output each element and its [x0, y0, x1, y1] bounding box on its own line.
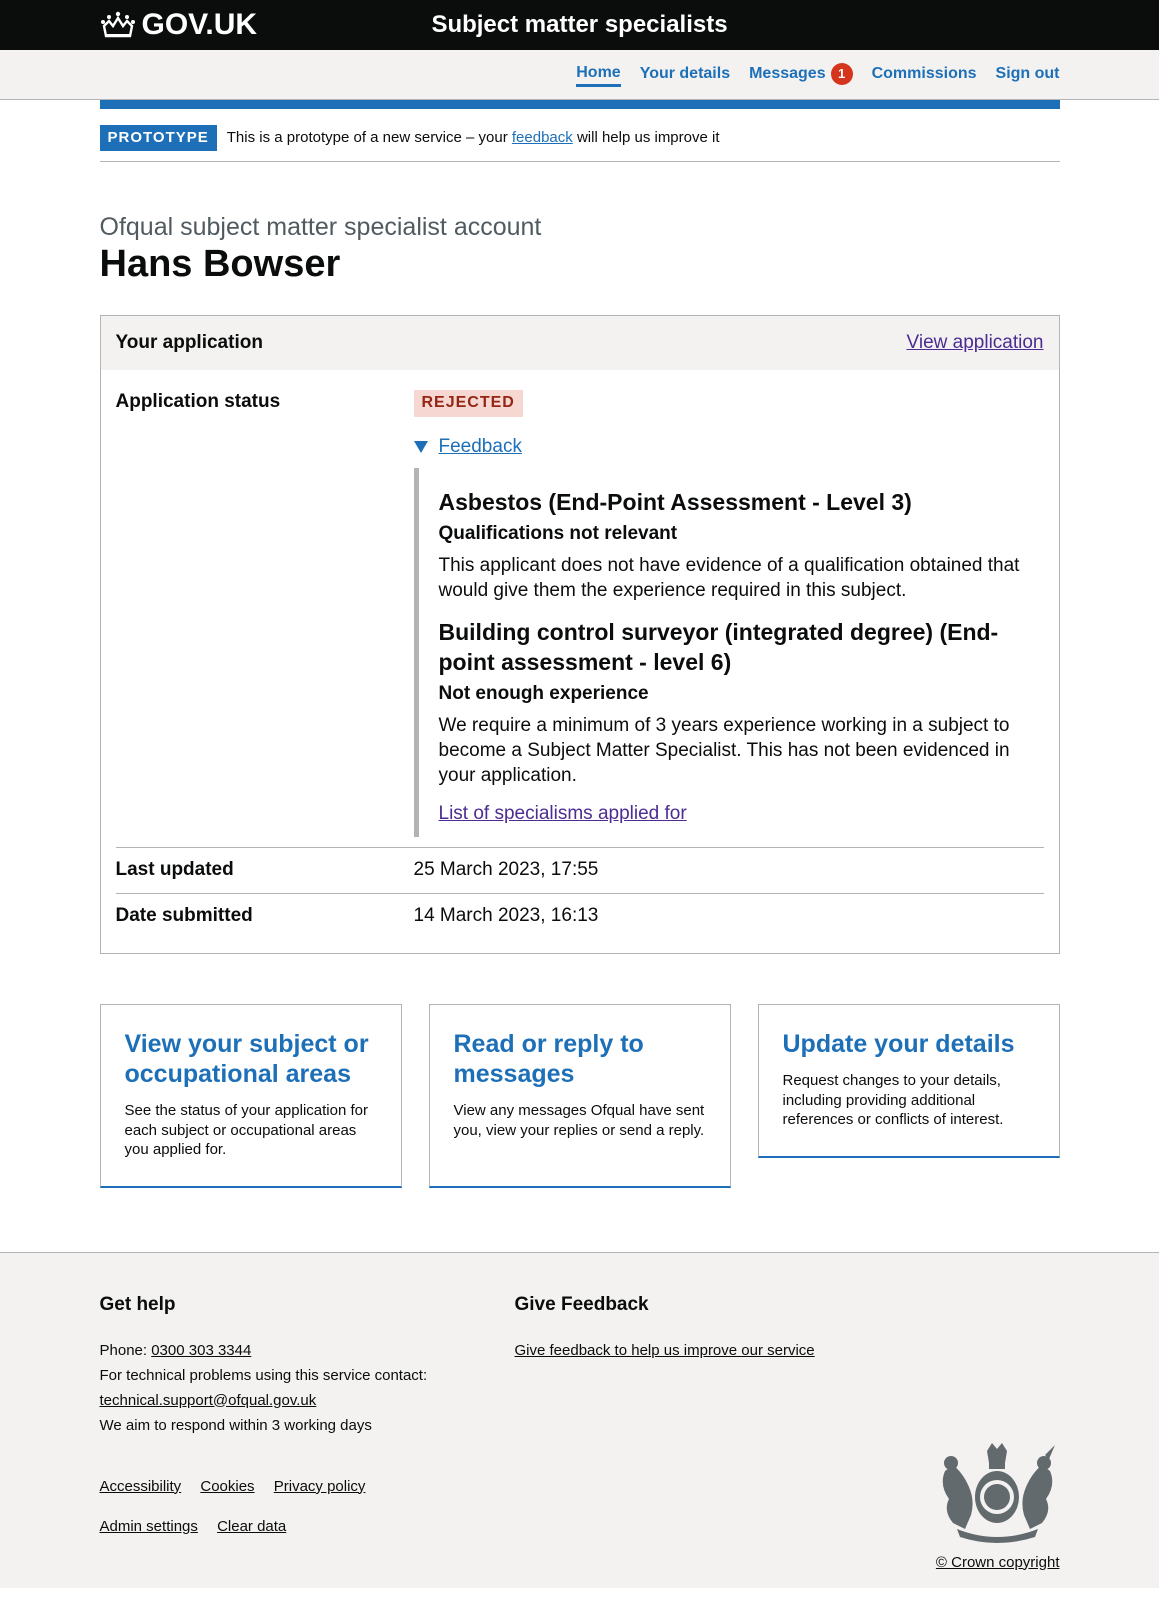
- messages-count-badge: 1: [830, 63, 853, 85]
- feedback-subject-1: Asbestos (End-Point Assessment - Level 3…: [438, 488, 912, 515]
- feedback-reason-2: Not enough experience: [438, 682, 649, 704]
- footer-links: Accessibility Cookies Privacy policy Adm…: [100, 1474, 1060, 1539]
- primary-navigation: Home Your details Messages 1 Commissions…: [0, 50, 1159, 100]
- feedback-summary-link[interactable]: Feedback: [439, 435, 522, 460]
- card-header: Your application View application: [100, 316, 1059, 371]
- footer-feedback-section: Give Feedback Give feedback to help us i…: [515, 1293, 815, 1438]
- tile-description: View any messages Ofqual have sent you, …: [453, 1102, 705, 1139]
- status-value: Rejected Feedback Asbestos (End-Point As…: [413, 390, 1044, 837]
- footer-crest: © Crown copyright: [935, 1441, 1060, 1572]
- footer-phone-label: Phone:: [99, 1341, 152, 1359]
- footer-respond-text: We aim to respond within 3 working days: [99, 1416, 372, 1434]
- nav-messages-label: Messages: [749, 64, 826, 82]
- dashboard-tiles: View your subject or occupational areas …: [99, 1004, 1060, 1188]
- phase-banner: PROTOTYPE This is a prototype of a new s…: [99, 109, 1060, 162]
- specialisms-list-link[interactable]: List of specialisms applied for: [439, 803, 687, 824]
- status-key: Application status: [115, 391, 281, 413]
- status-badge: Rejected: [413, 390, 523, 418]
- tile-update-details[interactable]: Update your details Request changes to y…: [757, 1004, 1060, 1158]
- footer-feedback-heading: Give Feedback: [514, 1293, 649, 1315]
- nav-messages[interactable]: Messages 1: [749, 63, 853, 87]
- last-updated-key: Last updated: [115, 858, 234, 880]
- tile-description: See the status of your application for e…: [124, 1102, 368, 1159]
- card-title: Your application: [115, 331, 263, 353]
- date-submitted-value: 14 March 2023, 16:13: [413, 904, 599, 926]
- page-caption: Ofqual subject matter specialist account: [99, 212, 542, 241]
- last-updated-value: 25 March 2023, 17:55: [413, 858, 599, 880]
- footer-link-accessibility[interactable]: Accessibility: [100, 1478, 182, 1495]
- phase-feedback-link[interactable]: feedback: [512, 129, 573, 146]
- footer-phone: Phone: 0300 303 3344: [100, 1338, 515, 1363]
- footer-tech-text: For technical problems using this servic…: [99, 1366, 428, 1384]
- nav-commissions[interactable]: Commissions: [872, 64, 977, 87]
- header-blue-bar: [99, 100, 1060, 109]
- feedback-details-toggle[interactable]: Feedback: [413, 435, 1044, 460]
- feedback-detail-1: This applicant does not have evidence of…: [438, 555, 1020, 602]
- main-content: PROTOTYPE This is a prototype of a new s…: [99, 100, 1060, 1188]
- footer-feedback-link[interactable]: Give feedback to help us improve our ser…: [515, 1342, 815, 1359]
- footer-link-admin-settings[interactable]: Admin settings: [100, 1518, 198, 1535]
- phase-text-after: will help us improve it: [572, 129, 720, 146]
- page-title: Hans Bowser: [99, 242, 341, 285]
- footer-link-privacy[interactable]: Privacy policy: [274, 1478, 366, 1495]
- feedback-subject-2: Building control surveyor (integrated de…: [438, 618, 999, 675]
- tile-title[interactable]: Read or reply to messages: [454, 1029, 706, 1089]
- site-header: GOV.UK Subject matter specialists: [0, 0, 1159, 50]
- footer-email-link[interactable]: technical.support@ofqual.gov.uk: [100, 1392, 317, 1409]
- date-submitted-key: Date submitted: [115, 904, 253, 926]
- footer-link-cookies[interactable]: Cookies: [200, 1478, 254, 1495]
- footer-phone-link[interactable]: 0300 303 3344: [151, 1342, 251, 1359]
- nav-your-details[interactable]: Your details: [640, 64, 730, 87]
- application-status-row: Application status Rejected Feedback Asb…: [116, 390, 1044, 847]
- feedback-details-content: Asbestos (End-Point Assessment - Level 3…: [413, 467, 1044, 837]
- site-footer: Get help Phone: 0300 303 3344 For techni…: [0, 1251, 1159, 1588]
- service-name[interactable]: Subject matter specialists: [100, 10, 1060, 40]
- phase-text: This is a prototype of a new service – y…: [227, 128, 720, 148]
- feedback-reason-1: Qualifications not relevant: [438, 522, 678, 544]
- footer-help-section: Get help Phone: 0300 303 3344 For techni…: [100, 1293, 515, 1438]
- nav-home[interactable]: Home: [576, 63, 621, 87]
- application-summary-card: Your application View application Applic…: [99, 315, 1060, 955]
- last-updated-row: Last updated 25 March 2023, 17:55: [115, 846, 1044, 893]
- tile-title[interactable]: View your subject or occupational areas: [125, 1029, 377, 1089]
- tile-subject-areas[interactable]: View your subject or occupational areas …: [99, 1004, 402, 1188]
- footer-link-clear-data[interactable]: Clear data: [217, 1518, 286, 1535]
- view-application-link[interactable]: View application: [907, 331, 1044, 356]
- nav-sign-out[interactable]: Sign out: [996, 64, 1060, 87]
- footer-help-heading: Get help: [99, 1293, 176, 1315]
- crown-copyright-link[interactable]: © Crown copyright: [935, 1553, 1060, 1573]
- tile-title[interactable]: Update your details: [783, 1029, 1035, 1059]
- date-submitted-row: Date submitted 14 March 2023, 16:13: [115, 892, 1044, 939]
- royal-coat-of-arms-icon: [942, 1442, 1055, 1543]
- tile-messages[interactable]: Read or reply to messages View any messa…: [428, 1004, 731, 1188]
- phase-text-before: This is a prototype of a new service – y…: [226, 129, 512, 146]
- feedback-detail-2: We require a minimum of 3 years experien…: [438, 715, 1010, 786]
- card-body: Application status Rejected Feedback Asb…: [101, 370, 1059, 953]
- tile-description: Request changes to your details, includi…: [782, 1072, 1004, 1129]
- phase-tag: PROTOTYPE: [99, 125, 217, 151]
- triangle-down-icon: [413, 441, 428, 454]
